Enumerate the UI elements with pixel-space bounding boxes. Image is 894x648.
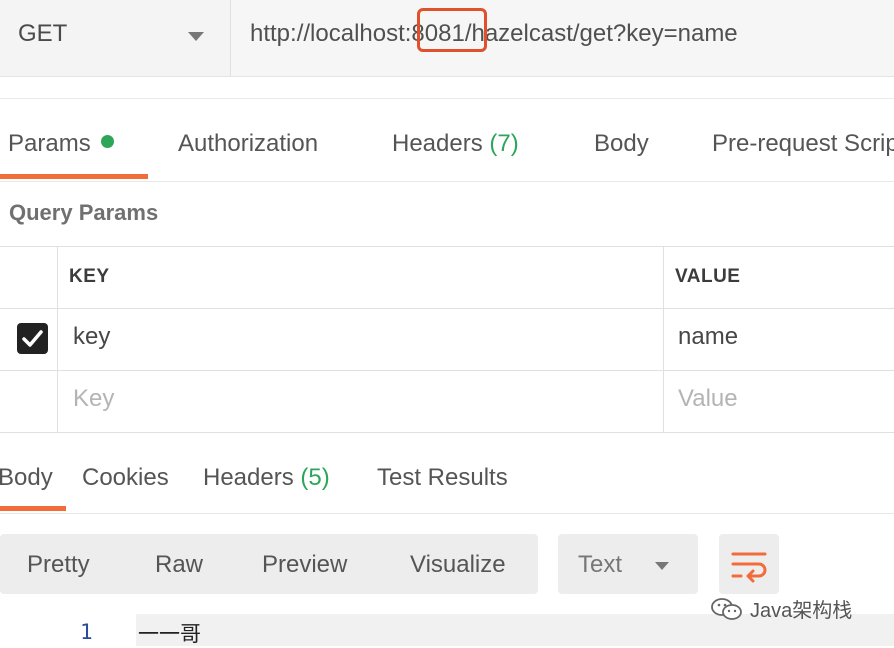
wechat-icon bbox=[710, 597, 744, 627]
tab-label: Params bbox=[8, 130, 91, 157]
row-divider bbox=[0, 370, 894, 371]
format-visualize-button[interactable]: Visualize bbox=[410, 551, 506, 579]
tab-label: Pre-request Scrip bbox=[712, 130, 894, 157]
new-key-input[interactable]: Key bbox=[73, 385, 114, 413]
tab-label: Headers bbox=[203, 464, 294, 491]
headers-count: (7) bbox=[489, 130, 519, 157]
tab-authorization[interactable]: Authorization bbox=[178, 130, 318, 158]
param-checkbox[interactable] bbox=[17, 323, 48, 354]
watermark-text: Java架构栈 bbox=[750, 600, 853, 622]
format-preview-button[interactable]: Preview bbox=[262, 551, 347, 579]
response-body-content: 一一哥 bbox=[138, 622, 201, 646]
tab-label: Authorization bbox=[178, 130, 319, 157]
checkmark-icon bbox=[22, 330, 43, 347]
tab-body[interactable]: Body bbox=[594, 130, 649, 158]
tab-label: Headers bbox=[392, 130, 483, 157]
tab-label: Cookies bbox=[82, 464, 169, 491]
chevron-down-icon bbox=[188, 32, 204, 41]
tab-response-body[interactable]: Body bbox=[0, 464, 53, 492]
tab-response-headers[interactable]: Headers (5) bbox=[203, 464, 330, 492]
param-key-input[interactable]: key bbox=[73, 323, 110, 351]
new-value-input[interactable]: Value bbox=[678, 385, 738, 413]
format-raw-button[interactable]: Raw bbox=[155, 551, 203, 579]
tab-headers[interactable]: Headers (7) bbox=[392, 130, 519, 158]
line-number: 1 bbox=[80, 620, 93, 644]
row-divider bbox=[0, 308, 894, 309]
tab-label: Body bbox=[594, 130, 649, 157]
column-header-value: VALUE bbox=[675, 266, 741, 287]
language-select-label: Text bbox=[578, 551, 623, 578]
wrap-lines-icon bbox=[731, 552, 767, 583]
url-input[interactable]: http://localhost:8081/hazelcast/get?key=… bbox=[250, 20, 738, 48]
column-divider bbox=[663, 246, 664, 432]
column-header-key: KEY bbox=[69, 266, 110, 287]
active-tab-indicator bbox=[0, 506, 66, 511]
tab-label: Body bbox=[0, 464, 53, 491]
tab-label: Test Results bbox=[377, 464, 508, 491]
tab-test-results[interactable]: Test Results bbox=[377, 464, 508, 492]
tab-pre-request-script[interactable]: Pre-request Scrip bbox=[712, 130, 894, 158]
query-params-title: Query Params bbox=[9, 200, 159, 225]
param-value-input[interactable]: name bbox=[678, 323, 738, 351]
format-pretty-button[interactable]: Pretty bbox=[27, 551, 90, 579]
method-label: GET bbox=[18, 20, 68, 47]
params-table bbox=[0, 246, 894, 433]
chevron-down-icon bbox=[655, 562, 669, 570]
watermark: Java架构栈 bbox=[710, 594, 852, 627]
tab-cookies[interactable]: Cookies bbox=[82, 464, 169, 492]
active-tab-indicator bbox=[0, 174, 148, 179]
tab-params[interactable]: Params bbox=[8, 130, 114, 158]
wrap-lines-button[interactable] bbox=[719, 534, 779, 594]
column-divider bbox=[57, 246, 58, 432]
active-dot-icon bbox=[100, 135, 114, 148]
port-highlight-box bbox=[417, 8, 487, 52]
response-headers-count: (5) bbox=[300, 464, 330, 491]
